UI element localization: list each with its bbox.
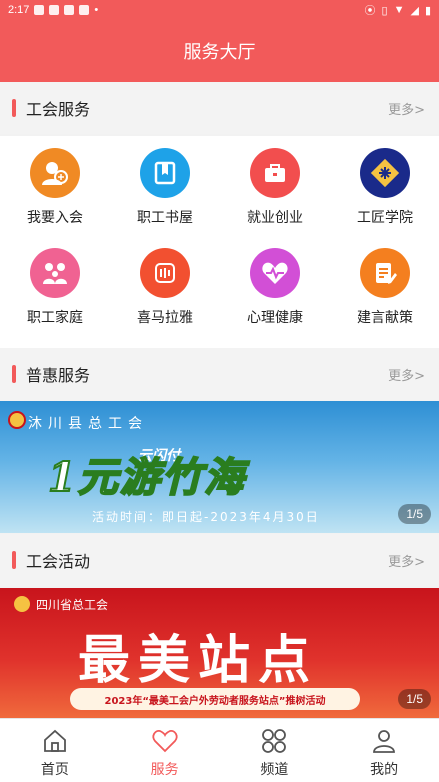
section-header-benefits: 普惠服务 更多>: [0, 348, 439, 400]
tab-label: 频道: [260, 762, 289, 778]
page-header: 服务大厅: [0, 20, 439, 82]
activities-banner[interactable]: 四川省总工会 最美站点 2023年“最美工会户外劳动者服务站点”推树活动 1/5: [0, 588, 439, 718]
vibrate-icon: ▯: [381, 4, 388, 17]
briefcase-icon: [250, 148, 300, 198]
banner-org: 沐川县总工会: [28, 416, 148, 432]
more-link[interactable]: 更多>: [388, 99, 425, 118]
status-time: 2:17: [8, 4, 30, 16]
service-ximalaya[interactable]: 喜马拉雅: [110, 236, 220, 336]
tab-label: 服务: [150, 762, 179, 778]
section-accent-bar: [12, 365, 16, 383]
notification-icon: [34, 5, 45, 15]
section-title: 工会活动: [26, 552, 91, 571]
banner-pager: 1/5: [398, 689, 431, 709]
banner-main-text: 最美站点: [78, 630, 319, 691]
service-label: 心理健康: [247, 310, 303, 326]
ximalaya-icon: [140, 248, 190, 298]
service-label: 工匠学院: [357, 210, 413, 226]
section-title: 普惠服务: [26, 366, 91, 385]
service-label: 职工家庭: [27, 310, 83, 326]
section-title: 工会服务: [26, 100, 91, 119]
tab-channels[interactable]: 频道: [220, 719, 330, 782]
service-suggestions[interactable]: 建言献策: [330, 236, 439, 336]
union-logo-icon: [8, 411, 26, 429]
banner-caption: 2023年“最美工会户外劳动者服务站点”推树活动: [70, 688, 360, 710]
union-logo-icon: [14, 596, 30, 612]
notification-icon: [79, 5, 90, 15]
channels-icon: [262, 729, 287, 753]
book-icon: [140, 148, 190, 198]
service-mental-health[interactable]: 心理健康: [220, 236, 330, 336]
service-join-union[interactable]: 我要入会: [0, 136, 110, 236]
service-label: 职工书屋: [137, 210, 193, 226]
services-grid: 我要入会 职工书屋 就业创业 工匠学院 职工家庭 喜马拉雅 心理健康 建言献策: [0, 136, 439, 348]
location-icon: ⦿: [364, 5, 376, 17]
more-link[interactable]: 更多>: [388, 365, 425, 384]
notification-icon: [64, 5, 75, 15]
benefits-banner[interactable]: 沐川县总工会 云闪付 1元游竹海 活动时间：即日起-2023年4月30日 1/5: [0, 401, 439, 533]
tab-profile[interactable]: 我的: [329, 719, 439, 782]
status-bar: 2:17 • ⦿ ▯ ▼ ◢ ▮: [0, 0, 439, 20]
section-accent-bar: [12, 99, 16, 117]
more-link[interactable]: 更多>: [388, 551, 425, 570]
home-icon: [43, 729, 66, 752]
wifi-icon: ▼: [393, 4, 405, 16]
tab-services[interactable]: 服务: [110, 719, 220, 782]
family-icon: [30, 248, 80, 298]
banner-pager: 1/5: [398, 504, 431, 524]
service-label: 就业创业: [247, 210, 303, 226]
battery-icon: ▮: [424, 4, 431, 17]
service-workers-library[interactable]: 职工书屋: [110, 136, 220, 236]
service-employment[interactable]: 就业创业: [220, 136, 330, 236]
suggestion-icon: [360, 248, 410, 298]
banner-org: 四川省总工会: [36, 598, 109, 612]
dot-icon: •: [94, 4, 99, 16]
service-worker-family[interactable]: 职工家庭: [0, 236, 110, 336]
tab-label: 首页: [40, 762, 69, 778]
tab-label: 我的: [370, 762, 399, 778]
profile-icon: [373, 730, 396, 753]
banner-main-text: 1元游竹海: [47, 453, 246, 502]
service-label: 建言献策: [357, 310, 413, 326]
section-accent-bar: [12, 551, 16, 569]
section-header-activities: 工会活动 更多>: [0, 534, 439, 586]
join-union-icon: [30, 148, 80, 198]
tab-home[interactable]: 首页: [0, 719, 110, 782]
bottom-tab-bar: 首页 服务 频道 我的: [0, 718, 439, 782]
banner-activity-time: 活动时间：即日起-2023年4月30日: [92, 510, 320, 524]
service-label: 喜马拉雅: [137, 310, 193, 326]
section-header-union-services: 工会服务 更多>: [0, 82, 439, 134]
service-craftsman-academy[interactable]: 工匠学院: [330, 136, 439, 236]
heart-icon: [152, 730, 178, 753]
signal-icon: ◢: [410, 4, 419, 17]
page-title: 服务大厅: [183, 42, 256, 63]
academy-logo-icon: [360, 148, 410, 198]
heart-pulse-icon: [250, 248, 300, 298]
service-label: 我要入会: [27, 210, 83, 226]
notification-icon: [49, 5, 60, 15]
